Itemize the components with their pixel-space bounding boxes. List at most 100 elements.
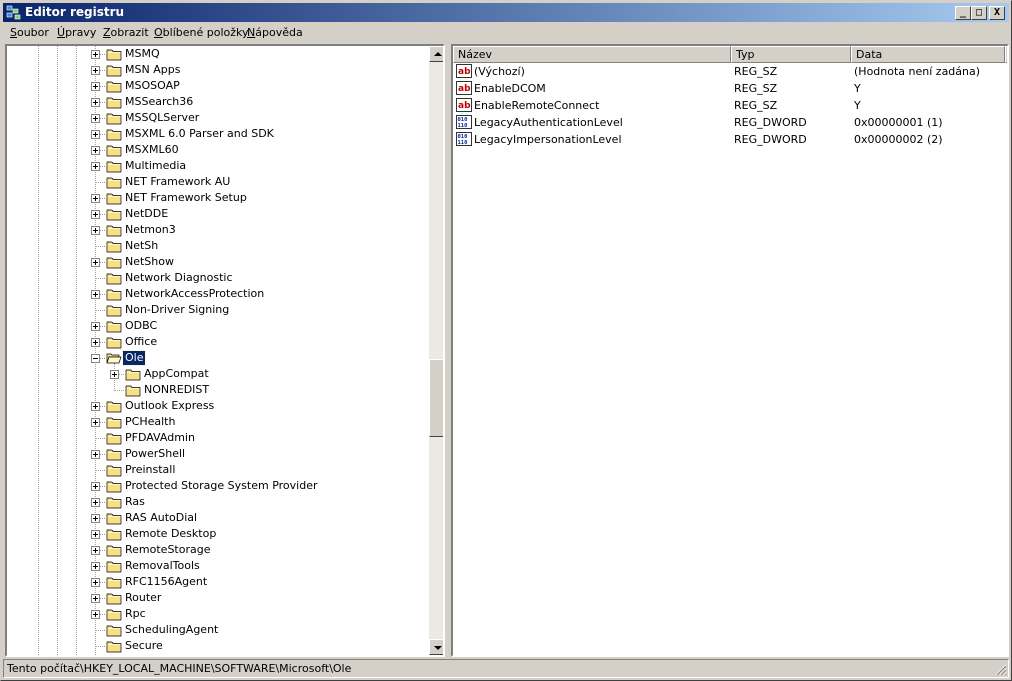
expand-plus-icon[interactable] (91, 578, 100, 587)
expand-plus-icon[interactable] (91, 114, 100, 123)
scroll-up-button[interactable] (429, 46, 443, 62)
expand-plus-icon[interactable] (91, 130, 100, 139)
expand-plus-icon[interactable] (91, 258, 100, 267)
maximize-button[interactable]: □ (971, 6, 987, 20)
status-path: Tento počítač\HKEY_LOCAL_MACHINE\SOFTWAR… (7, 662, 352, 675)
column-header-name[interactable]: Název (453, 46, 731, 63)
tree-node-label[interactable]: Non-Driver Signing (123, 303, 231, 317)
tree-node-label[interactable]: NET Framework Setup (123, 191, 249, 205)
menu-napoveda[interactable]: Nápověda (247, 26, 303, 39)
folder-icon (106, 545, 122, 557)
tree-node-label[interactable]: Preinstall (123, 463, 177, 477)
tree-node-label[interactable]: RFC1156Agent (123, 575, 209, 589)
folder-icon (106, 513, 122, 525)
folder-icon (106, 193, 122, 205)
value-row[interactable]: ab (Výchozí) REG_SZ (Hodnota není zadána) (453, 63, 1007, 80)
resize-grip-icon[interactable] (995, 664, 1007, 676)
title-bar[interactable]: Editor registru _ □ X (3, 3, 1009, 22)
key-tree-panel[interactable]: MSMQ MSN Apps MSOSOAP MSSearch36 MSSQLServer… (5, 44, 445, 657)
tree-node-label[interactable]: Rpc (123, 607, 148, 621)
expand-plus-icon[interactable] (110, 370, 119, 379)
scroll-thumb[interactable] (429, 359, 443, 437)
expand-plus-icon[interactable] (91, 194, 100, 203)
tree-node-label[interactable]: Protected Storage System Provider (123, 479, 319, 493)
expand-plus-icon[interactable] (91, 146, 100, 155)
tree-node-label[interactable]: NONREDIST (142, 383, 211, 397)
menu-oblibene-polozky[interactable]: Oblíbené položky (154, 26, 249, 39)
expand-plus-icon[interactable] (91, 50, 100, 59)
tree-node-label[interactable]: AppCompat (142, 367, 211, 381)
tree-node-label[interactable]: Ras (123, 495, 147, 509)
expand-plus-icon[interactable] (91, 82, 100, 91)
value-type: REG_SZ (734, 82, 778, 95)
tree-node-label[interactable]: MSXML 6.0 Parser and SDK (123, 127, 276, 141)
value-row[interactable]: 010 110 LegacyAuthenticationLevel REG_DWORD… (453, 114, 1007, 131)
column-header-data[interactable]: Data (851, 46, 1005, 63)
folder-icon (106, 401, 122, 413)
tree-node-label[interactable]: Network Diagnostic (123, 271, 235, 285)
tree-node-label[interactable]: SchedulingAgent (123, 623, 220, 637)
folder-icon (106, 577, 122, 589)
tree-node-label[interactable]: PowerShell (123, 447, 187, 461)
expand-plus-icon[interactable] (91, 594, 100, 603)
expand-plus-icon[interactable] (91, 290, 100, 299)
tree-node-label[interactable]: RemovalTools (123, 559, 202, 573)
expand-plus-icon[interactable] (91, 402, 100, 411)
expand-plus-icon[interactable] (91, 482, 100, 491)
tree-node-label[interactable]: Multimedia (123, 159, 188, 173)
expand-plus-icon[interactable] (91, 162, 100, 171)
expand-plus-icon[interactable] (91, 530, 100, 539)
expand-plus-icon[interactable] (91, 66, 100, 75)
tree-node-label[interactable]: MSSQLServer (123, 111, 201, 125)
expand-plus-icon[interactable] (91, 514, 100, 523)
tree-node-label[interactable]: Netmon3 (123, 223, 178, 237)
tree-node-label[interactable]: NetworkAccessProtection (123, 287, 266, 301)
value-row[interactable]: 010 110 LegacyImpersonationLevel REG_DWORD 0… (453, 131, 1007, 148)
expand-plus-icon[interactable] (91, 562, 100, 571)
tree-node-label[interactable]: NetDDE (123, 207, 170, 221)
tree-node-label[interactable]: PFDAVAdmin (123, 431, 197, 445)
tree-node-label[interactable]: Remote Desktop (123, 527, 218, 541)
collapse-minus-icon[interactable] (91, 354, 100, 363)
tree-node-label[interactable]: MSN Apps (123, 63, 182, 77)
menu-upravy[interactable]: Úpravy (57, 26, 96, 39)
close-button[interactable]: X (989, 6, 1005, 20)
tree-node-label[interactable]: NetSh (123, 239, 160, 253)
tree-vertical-scrollbar[interactable] (429, 46, 443, 655)
expand-plus-icon[interactable] (91, 498, 100, 507)
expand-plus-icon[interactable] (91, 98, 100, 107)
tree-node-label[interactable]: Ole (121, 350, 147, 366)
expand-plus-icon[interactable] (91, 546, 100, 555)
key-tree[interactable]: MSMQ MSN Apps MSOSOAP MSSearch36 MSSQLServer… (7, 46, 429, 655)
tree-node-label[interactable]: MSMQ (123, 47, 162, 61)
tree-node-label[interactable]: Outlook Express (123, 399, 216, 413)
menu-soubor[interactable]: Soubor (10, 26, 49, 39)
tree-node-label[interactable]: Router (123, 591, 163, 605)
expand-plus-icon[interactable] (91, 322, 100, 331)
expand-plus-icon[interactable] (91, 210, 100, 219)
folder-icon (106, 49, 122, 61)
value-row[interactable]: ab EnableRemoteConnect REG_SZ Y (453, 97, 1007, 114)
tree-node-label[interactable]: NetShow (123, 255, 176, 269)
expand-plus-icon[interactable] (91, 418, 100, 427)
scroll-down-button[interactable] (429, 639, 443, 655)
tree-node-label[interactable]: PCHealth (123, 415, 177, 429)
expand-plus-icon[interactable] (91, 610, 100, 619)
expand-plus-icon[interactable] (91, 338, 100, 347)
column-header-type[interactable]: Typ (731, 46, 851, 63)
tree-node-label[interactable]: MSSearch36 (123, 95, 195, 109)
tree-node-label[interactable]: MSXML60 (123, 143, 181, 157)
expand-plus-icon[interactable] (91, 450, 100, 459)
menu-zobrazit[interactable]: Zobrazit (103, 26, 149, 39)
minimize-button[interactable]: _ (955, 6, 971, 20)
tree-node-label[interactable]: RemoteStorage (123, 543, 212, 557)
tree-node-label[interactable]: ODBC (123, 319, 159, 333)
tree-node-label[interactable]: MSOSOAP (123, 79, 182, 93)
tree-node-label[interactable]: Office (123, 335, 159, 349)
tree-node-label[interactable]: RAS AutoDial (123, 511, 199, 525)
tree-node-label[interactable]: Secure (123, 639, 165, 653)
value-row[interactable]: ab EnableDCOM REG_SZ Y (453, 80, 1007, 97)
values-panel[interactable]: Název Typ Data ab (Výchozí) REG_SZ (Hodnota… (451, 44, 1009, 657)
expand-plus-icon[interactable] (91, 226, 100, 235)
tree-node-label[interactable]: NET Framework AU (123, 175, 232, 189)
